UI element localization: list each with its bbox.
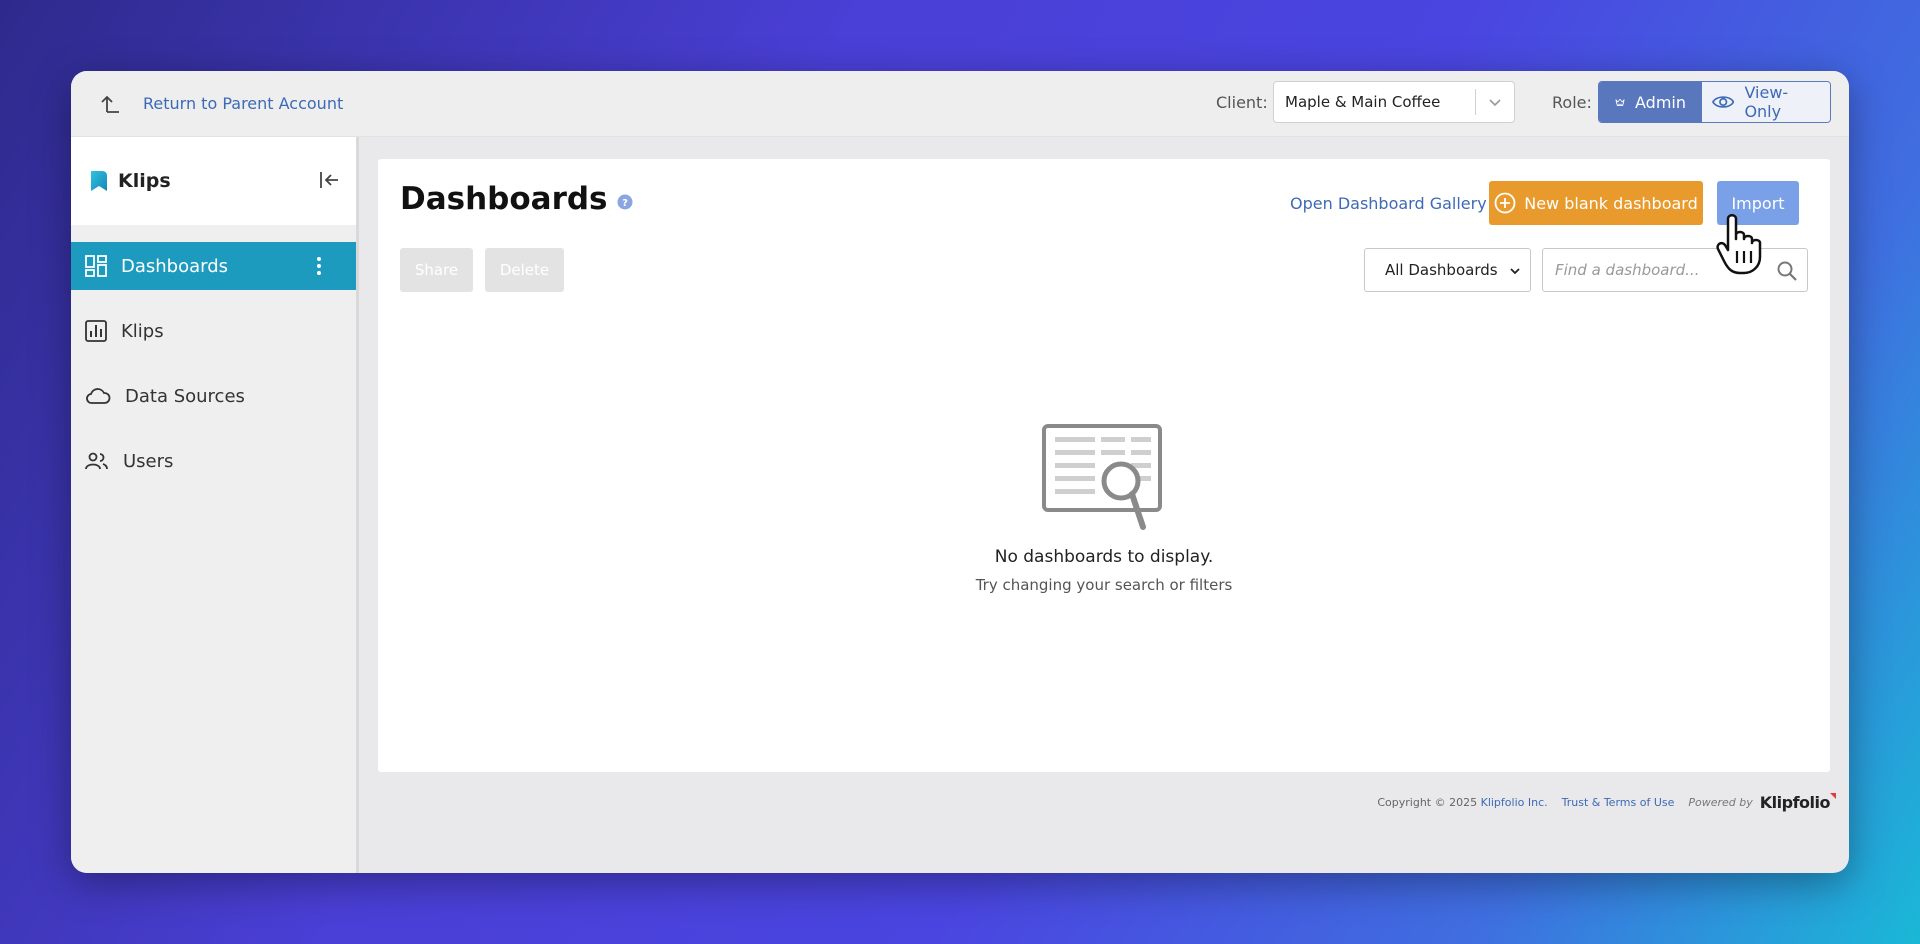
company-link[interactable]: Klipfolio Inc. (1481, 796, 1548, 809)
delete-button[interactable]: Delete (485, 248, 564, 292)
filter-value: All Dashboards (1385, 261, 1498, 279)
sidebar-item-label: Data Sources (125, 385, 245, 407)
sidebar-item-users[interactable]: Users (71, 437, 356, 485)
terms-link[interactable]: Trust & Terms of Use (1562, 796, 1675, 809)
role-view-only-label: View-Only (1744, 83, 1789, 121)
new-button-label: New blank dashboard (1524, 193, 1698, 213)
page-title-text: Dashboards (400, 181, 608, 217)
sidebar-item-label: Users (123, 450, 174, 472)
import-button-label: Import (1731, 193, 1785, 213)
copyright-text: Copyright © 2025 (1377, 795, 1478, 809)
logo-corner-mark (1830, 792, 1836, 799)
role-admin-label: Admin (1635, 92, 1686, 112)
return-label: Return to Parent Account (143, 93, 344, 113)
search-icon[interactable] (1776, 260, 1798, 282)
return-to-parent-link[interactable]: Return to Parent Account (99, 89, 343, 117)
chart-icon (85, 320, 107, 342)
sidebar-header: Klips (71, 137, 356, 225)
collapse-sidebar-button[interactable] (318, 170, 340, 194)
role-toggle: Admin View-Only (1598, 81, 1831, 123)
crown-icon (1615, 98, 1625, 106)
brand: Klips (89, 170, 171, 192)
chevron-down-icon (1510, 268, 1520, 275)
arrow-up-return-icon (101, 95, 119, 113)
sidebar-nav: Dashboards Klips Data Sources Users (71, 242, 356, 485)
klipfolio-logo[interactable]: Klipfolio (1759, 792, 1836, 812)
brand-name: Klips (118, 170, 171, 192)
open-gallery-link[interactable]: Open Dashboard Gallery (1290, 194, 1487, 213)
client-label: Client: (1216, 93, 1268, 112)
help-icon[interactable]: ? (617, 194, 633, 210)
client-select[interactable]: Maple & Main Coffee (1273, 81, 1515, 123)
sidebar-item-data-sources[interactable]: Data Sources (71, 372, 356, 420)
dashboards-icon (85, 255, 107, 277)
empty-state-subtitle: Try changing your search or filters (975, 576, 1233, 594)
eye-icon (1712, 96, 1735, 108)
sidebar: Klips Dashboards Klips Data Sources User… (71, 137, 359, 873)
app-window: Return to Parent Account Client: Maple &… (71, 71, 1849, 873)
empty-state-illustration-icon (1042, 424, 1162, 530)
delete-button-label: Delete (499, 261, 550, 279)
footer: Copyright © 2025 Klipfolio Inc. Trust & … (1377, 792, 1836, 812)
role-admin-button[interactable]: Admin (1599, 82, 1702, 122)
sidebar-item-label: Dashboards (121, 255, 229, 277)
plus-circle-icon (1494, 192, 1516, 214)
role-label: Role: (1552, 93, 1592, 112)
share-button-label: Share (414, 261, 459, 279)
svg-text:?: ? (622, 198, 628, 209)
new-blank-dashboard-button[interactable]: New blank dashboard (1489, 181, 1703, 225)
hand-pointer-cursor-icon (1716, 214, 1762, 275)
collapse-left-icon (320, 172, 338, 188)
klips-logo-icon (91, 171, 107, 191)
sidebar-item-klips[interactable]: Klips (71, 307, 356, 355)
sidebar-item-label: Klips (121, 320, 164, 342)
empty-state-title: No dashboards to display. (994, 547, 1214, 567)
users-icon (85, 452, 108, 470)
role-view-only-button[interactable]: View-Only (1702, 82, 1830, 122)
powered-by-text: Powered by (1688, 795, 1753, 809)
sidebar-item-dashboards[interactable]: Dashboards (71, 242, 356, 290)
share-button[interactable]: Share (400, 248, 473, 292)
chevron-down-icon (1476, 95, 1514, 109)
client-value: Maple & Main Coffee (1285, 93, 1441, 111)
dashboard-filter-select[interactable]: All Dashboards (1364, 248, 1531, 292)
logo-text: Klipfolio (1759, 792, 1831, 812)
top-bar: Return to Parent Account Client: Maple &… (71, 71, 1849, 137)
cloud-icon (86, 388, 111, 404)
dashboards-panel: Dashboards ? Open Dashboard Gallery New … (378, 159, 1830, 772)
kebab-menu-icon[interactable] (316, 256, 336, 281)
page-title: Dashboards ? (400, 181, 633, 217)
